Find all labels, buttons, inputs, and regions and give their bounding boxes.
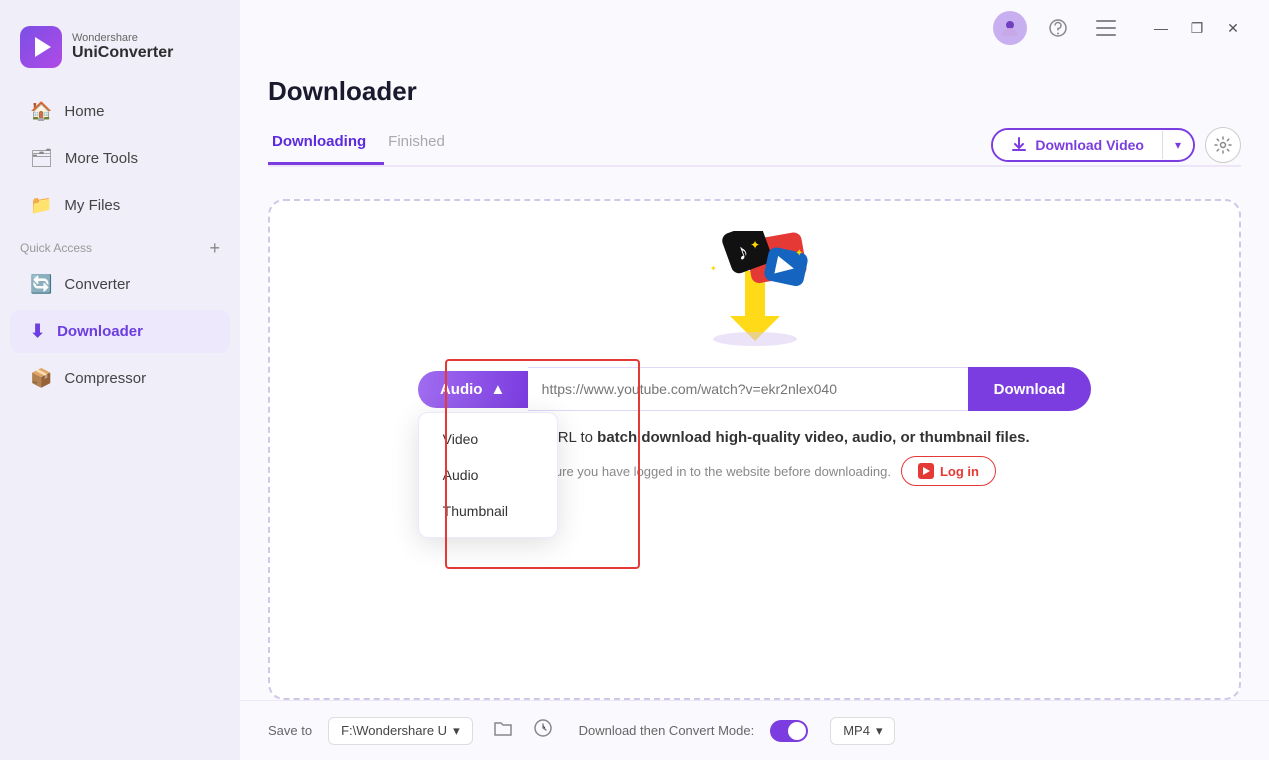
- product-label: UniConverter: [72, 44, 173, 62]
- sidebar-item-my-files-label: My Files: [64, 197, 120, 214]
- folder-browse-button[interactable]: [493, 719, 513, 742]
- login-button-label: Log in: [940, 464, 979, 479]
- sidebar: Wondershare UniConverter 🏠 Home 🗂 More T…: [0, 0, 240, 760]
- avatar-button[interactable]: [993, 11, 1027, 45]
- save-path-chevron-icon: ▾: [453, 723, 460, 739]
- compressor-icon: 📦: [30, 368, 52, 389]
- download-button[interactable]: Download: [968, 367, 1092, 411]
- maximize-button[interactable]: ❐: [1181, 14, 1213, 42]
- dropdown-arrow-icon: ▲: [490, 381, 505, 398]
- format-value: MP4: [843, 723, 870, 738]
- url-input-area: Audio ▲ Video Audio Thum: [290, 367, 1219, 411]
- bottom-bar: Save to F:\Wondershare U ▾ Download then…: [240, 700, 1269, 760]
- type-selector-wrapper: Audio ▲ Video Audio Thum: [418, 371, 528, 408]
- page-content: Downloader Downloading Finished Download…: [240, 56, 1269, 700]
- quick-access-section: Quick Access +: [0, 229, 240, 261]
- sidebar-item-more-tools-label: More Tools: [65, 150, 138, 167]
- type-dropdown-menu: Video Audio Thumbnail: [418, 412, 558, 538]
- download-video-main: Download Video: [993, 130, 1162, 160]
- settings-button[interactable]: [1205, 127, 1241, 163]
- type-dropdown-button[interactable]: Audio ▲: [418, 371, 528, 408]
- url-input[interactable]: [528, 367, 968, 411]
- sidebar-item-home-label: Home: [64, 103, 104, 120]
- tab-downloading[interactable]: Downloading: [268, 125, 384, 165]
- logo-area: Wondershare UniConverter: [0, 16, 240, 88]
- brand-label: Wondershare: [72, 32, 173, 44]
- paste-hint: Paste the URL to batch download high-qua…: [479, 429, 1029, 446]
- save-to-label: Save to: [268, 723, 312, 738]
- app-logo-icon: [20, 26, 62, 68]
- page-title: Downloader: [268, 76, 1241, 107]
- support-button[interactable]: [1041, 11, 1075, 45]
- downloader-icon: ⬇: [30, 321, 45, 342]
- format-chevron-icon: ▾: [876, 723, 883, 739]
- sidebar-item-my-files[interactable]: 📁 My Files: [10, 184, 230, 227]
- save-path-selector[interactable]: F:\Wondershare U ▾: [328, 717, 473, 745]
- download-video-button[interactable]: Download Video ▾: [991, 128, 1195, 162]
- home-icon: 🏠: [30, 101, 52, 122]
- sidebar-item-converter-label: Converter: [64, 276, 130, 293]
- illustration: ♪ ✦ ✦ ✦: [690, 231, 820, 351]
- sidebar-item-downloader-label: Downloader: [57, 323, 143, 340]
- svg-text:✦: ✦: [750, 238, 760, 252]
- dropdown-item-thumbnail[interactable]: Thumbnail: [419, 493, 557, 529]
- login-hint-area: Make sure you have logged in to the webs…: [513, 456, 996, 486]
- url-row: Audio ▲ Video Audio Thum: [418, 367, 1092, 411]
- window-controls: — ❐ ✕: [1145, 14, 1249, 42]
- login-hint-text: Make sure you have logged in to the webs…: [513, 464, 891, 479]
- sidebar-item-compressor-label: Compressor: [64, 370, 146, 387]
- sidebar-item-compressor[interactable]: 📦 Compressor: [10, 357, 230, 400]
- paste-highlight: batch download high-quality video, audio…: [597, 429, 1030, 446]
- topbar: — ❐ ✕: [240, 0, 1269, 56]
- tab-finished[interactable]: Finished: [384, 125, 463, 165]
- type-selected-label: Audio: [440, 381, 483, 398]
- history-button[interactable]: [533, 718, 553, 743]
- save-path-value: F:\Wondershare U: [341, 723, 447, 738]
- my-files-icon: 📁: [30, 195, 52, 216]
- minimize-button[interactable]: —: [1145, 14, 1177, 42]
- svg-text:✦: ✦: [795, 248, 803, 259]
- sidebar-item-more-tools[interactable]: 🗂 More Tools: [10, 137, 230, 180]
- menu-button[interactable]: [1089, 11, 1123, 45]
- dropdown-item-audio[interactable]: Audio: [419, 457, 557, 493]
- logo-text: Wondershare UniConverter: [72, 32, 173, 62]
- sidebar-item-home[interactable]: 🏠 Home: [10, 90, 230, 133]
- dropdown-item-video[interactable]: Video: [419, 421, 557, 457]
- convert-mode-label: Download then Convert Mode:: [579, 723, 755, 738]
- download-video-chevron[interactable]: ▾: [1162, 131, 1193, 159]
- quick-access-label: Quick Access: [20, 241, 92, 255]
- youtube-login-button[interactable]: Log in: [901, 456, 996, 486]
- converter-icon: 🔄: [30, 274, 52, 295]
- download-video-label: Download Video: [1035, 137, 1144, 153]
- content-box: ♪ ✦ ✦ ✦: [268, 199, 1241, 700]
- main-area: — ❐ ✕ Downloader Downloading Finished Do…: [240, 0, 1269, 760]
- quick-access-add-button[interactable]: +: [209, 239, 220, 257]
- close-button[interactable]: ✕: [1217, 14, 1249, 42]
- svg-text:✦: ✦: [710, 264, 717, 273]
- format-selector[interactable]: MP4 ▾: [830, 717, 895, 745]
- convert-mode-toggle[interactable]: [770, 720, 808, 742]
- sidebar-item-downloader[interactable]: ⬇ Downloader: [10, 310, 230, 353]
- sidebar-item-converter[interactable]: 🔄 Converter: [10, 263, 230, 306]
- more-tools-icon: 🗂: [30, 148, 53, 169]
